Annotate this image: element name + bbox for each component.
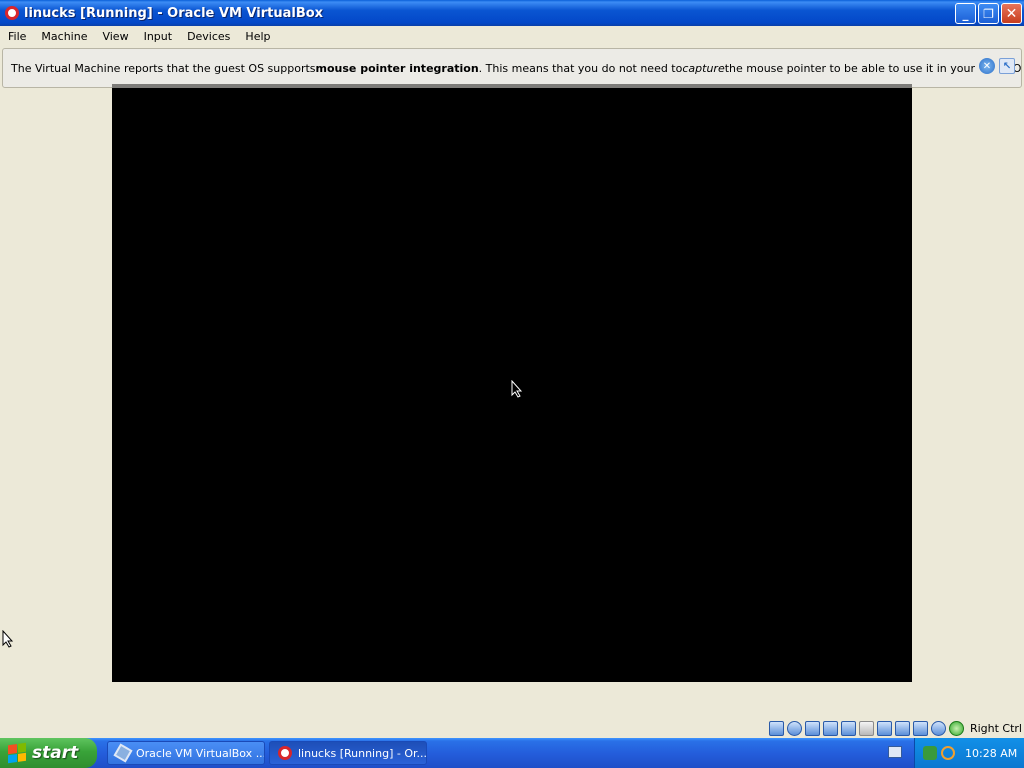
video-capture-icon[interactable] bbox=[894, 720, 910, 736]
display-icon[interactable] bbox=[876, 720, 892, 736]
clock[interactable]: 10:28 AM bbox=[965, 747, 1017, 760]
mouse-integration-icon: ↖ bbox=[1002, 60, 1012, 72]
close-icon: ✕ bbox=[982, 60, 992, 72]
menu-help[interactable]: Help bbox=[237, 30, 277, 43]
network-icon[interactable] bbox=[822, 720, 838, 736]
notice-mouse-toggle-button[interactable]: ↖ bbox=[999, 58, 1015, 74]
menu-file[interactable]: File bbox=[0, 30, 33, 43]
host-key-label: Right Ctrl bbox=[969, 721, 1022, 735]
cpu-icon[interactable] bbox=[912, 720, 928, 736]
notice-close-button[interactable]: ✕ bbox=[979, 58, 995, 74]
notice-text-mid: . This means that you do not need to bbox=[478, 61, 683, 75]
virtualbox-icon bbox=[113, 743, 133, 763]
notice-italic: capture bbox=[682, 61, 725, 75]
hard-disk-icon[interactable] bbox=[768, 720, 784, 736]
shared-folders-icon[interactable] bbox=[858, 720, 874, 736]
mouse-integration-icon[interactable] bbox=[930, 720, 946, 736]
start-label: start bbox=[32, 743, 79, 763]
usb-icon[interactable] bbox=[840, 720, 856, 736]
audio-icon[interactable] bbox=[804, 720, 820, 736]
taskbar-item-linucks[interactable]: linucks [Running] - Or... bbox=[269, 741, 427, 765]
taskbar-item-label: Oracle VM VirtualBox ... bbox=[136, 746, 265, 760]
minimize-icon: _ bbox=[962, 6, 969, 21]
notice-text-before: The Virtual Machine reports that the gue… bbox=[11, 61, 316, 75]
close-icon: ✕ bbox=[1005, 5, 1018, 22]
debian-swirl-icon bbox=[278, 746, 292, 760]
start-button[interactable]: start bbox=[0, 738, 97, 768]
taskbar: start Oracle VM VirtualBox ... linucks [… bbox=[0, 738, 1024, 768]
menu-devices[interactable]: Devices bbox=[179, 30, 237, 43]
network-tray-icon[interactable] bbox=[923, 746, 937, 760]
system-tray: 10:28 AM bbox=[914, 738, 1024, 768]
restore-icon: ❐ bbox=[983, 6, 994, 21]
vm-status-bar: Right Ctrl bbox=[768, 719, 1022, 737]
minimize-button[interactable]: _ bbox=[955, 3, 976, 24]
taskbar-item-label: linucks [Running] - Or... bbox=[298, 746, 427, 760]
mouse-integration-notice: The Virtual Machine reports that the gue… bbox=[2, 48, 1022, 88]
menu-input[interactable]: Input bbox=[136, 30, 179, 43]
window-controls: _ ❐ ✕ bbox=[955, 3, 1022, 24]
debian-swirl-icon bbox=[5, 6, 19, 20]
host-key-icon[interactable] bbox=[948, 720, 964, 736]
notice-actions: ✕ ↖ bbox=[975, 58, 1015, 74]
title-bar[interactable]: linucks [Running] - Oracle VM VirtualBox… bbox=[0, 0, 1024, 26]
menu-view[interactable]: View bbox=[94, 30, 135, 43]
restore-button[interactable]: ❐ bbox=[978, 3, 999, 24]
menu-bar: File Machine View Input Devices Help bbox=[0, 26, 1024, 46]
keyboard-icon[interactable] bbox=[888, 746, 902, 758]
notice-bold: mouse pointer integration bbox=[315, 61, 479, 75]
close-button[interactable]: ✕ bbox=[1001, 3, 1022, 24]
taskbar-item-virtualbox[interactable]: Oracle VM VirtualBox ... bbox=[107, 741, 265, 765]
optical-drive-icon[interactable] bbox=[786, 720, 802, 736]
menu-machine[interactable]: Machine bbox=[33, 30, 94, 43]
windows-logo-icon bbox=[8, 742, 26, 764]
window-title: linucks [Running] - Oracle VM VirtualBox bbox=[24, 5, 324, 21]
search-tray-icon[interactable] bbox=[941, 746, 955, 760]
